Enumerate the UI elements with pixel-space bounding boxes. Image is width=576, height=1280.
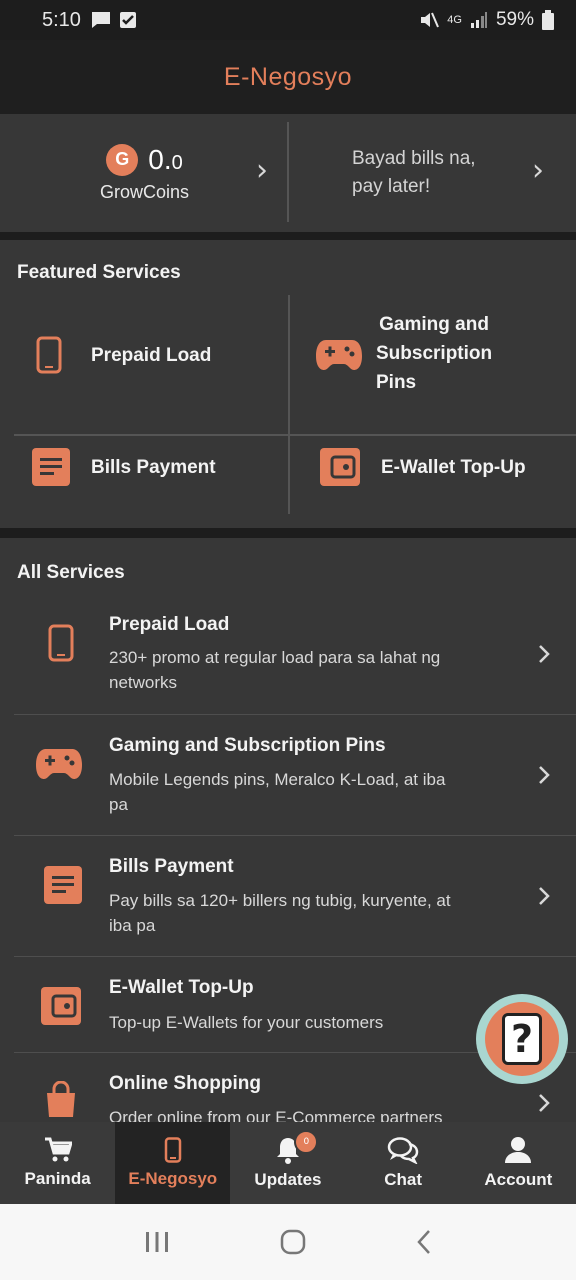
wallet-icon — [320, 448, 360, 486]
chevron-right-icon — [539, 766, 550, 784]
check-icon — [119, 12, 136, 28]
chevron-right-icon — [539, 887, 550, 905]
chevron-right-icon — [539, 1094, 550, 1112]
gamepad-icon — [316, 339, 362, 370]
nav-item-e-negosyo[interactable]: E-Negosyo — [115, 1122, 231, 1204]
nav-item-updates[interactable]: 0 Updates — [230, 1122, 345, 1204]
service-row-prepaid-load[interactable]: Prepaid Load 230+ promo at regular load … — [14, 602, 576, 715]
gamepad-icon — [36, 749, 82, 779]
recent-apps-icon[interactable] — [144, 1230, 170, 1254]
status-time: 5:10 — [42, 8, 81, 31]
wallet-panel: G 0.0 GrowCoins › Bayad bills na, pay la… — [0, 114, 576, 232]
service-description: 230+ promo at regular load para sa lahat… — [109, 648, 441, 692]
service-title: Gaming and Subscription Pins — [109, 735, 386, 756]
service-description: Pay bills sa 120+ billers ng tubig, kury… — [109, 891, 451, 935]
phone-icon — [164, 1137, 182, 1163]
phone-icon — [48, 624, 74, 662]
message-icon — [91, 12, 110, 28]
chevron-right-icon: › — [256, 153, 268, 188]
service-title: Prepaid Load — [109, 614, 230, 635]
signal-icon — [470, 12, 487, 28]
document-icon — [32, 448, 70, 486]
featured-services-title: Featured Services — [17, 262, 181, 283]
question-mark-icon: ? — [502, 1013, 542, 1065]
featured-services-panel: Featured Services Prepaid Load Gaming an… — [0, 240, 576, 528]
service-title: Bills Payment — [109, 856, 234, 877]
all-services-title: All Services — [17, 562, 125, 583]
nav-item-account[interactable]: Account — [461, 1122, 576, 1204]
featured-prepaid-load[interactable]: Prepaid Load — [36, 336, 211, 374]
user-icon — [505, 1137, 532, 1163]
service-row-gaming-pins[interactable]: Gaming and Subscription Pins Mobile Lege… — [14, 715, 576, 836]
help-button[interactable]: ? — [476, 994, 568, 1084]
home-icon[interactable] — [279, 1228, 307, 1256]
featured-ewallet-topup[interactable]: E-Wallet Top-Up — [320, 448, 526, 486]
system-nav-bar — [0, 1204, 576, 1280]
chevron-right-icon: › — [532, 153, 544, 188]
battery-level: 59% — [495, 9, 534, 30]
app-header: E-Negosyo — [0, 40, 576, 114]
service-title: Online Shopping — [109, 1073, 261, 1094]
phone-icon — [36, 336, 62, 374]
featured-gaming-pins[interactable]: Gaming and Subscription Pins — [316, 310, 492, 397]
cart-icon — [44, 1137, 72, 1162]
chat-icon — [387, 1137, 419, 1164]
pay-later-text: Bayad bills na, pay later! — [352, 148, 476, 197]
shopping-bag-icon — [47, 1081, 75, 1117]
divider — [288, 295, 290, 514]
network-type: 4G — [447, 14, 462, 26]
service-row-bills-payment[interactable]: Bills Payment Pay bills sa 120+ billers … — [14, 836, 576, 957]
divider — [14, 434, 576, 436]
service-description: Mobile Legends pins, Meralco K-Load, at … — [109, 770, 446, 814]
nav-item-chat[interactable]: Chat — [346, 1122, 461, 1204]
notification-badge: 0 — [294, 1130, 319, 1154]
growcoins-label: GrowCoins — [100, 181, 190, 202]
mute-icon — [421, 12, 440, 28]
chevron-right-icon — [539, 645, 550, 663]
nav-item-paninda[interactable]: Paninda — [0, 1122, 115, 1204]
back-icon[interactable] — [416, 1229, 432, 1255]
document-icon — [44, 866, 82, 904]
featured-bills-payment[interactable]: Bills Payment — [32, 448, 216, 486]
bottom-nav: Paninda E-Negosyo 0 Updates Chat Account — [0, 1122, 576, 1204]
status-bar: 5:10 4G 59% — [0, 0, 576, 40]
service-title: E-Wallet Top-Up — [109, 977, 254, 998]
page-title: E-Negosyo — [223, 62, 353, 91]
pay-later-card[interactable]: Bayad bills na, pay later! › — [288, 114, 576, 232]
growcoins-balance: 0.0 — [148, 143, 183, 175]
growcoins-logo-icon: G — [106, 143, 139, 176]
service-description: Order online from our E-Commerce partner… — [109, 1108, 443, 1122]
service-description: Top-up E-Wallets for your customers — [109, 1013, 384, 1032]
battery-icon — [542, 10, 554, 30]
wallet-icon — [41, 987, 81, 1025]
growcoins-card[interactable]: G 0.0 GrowCoins › — [0, 114, 288, 232]
